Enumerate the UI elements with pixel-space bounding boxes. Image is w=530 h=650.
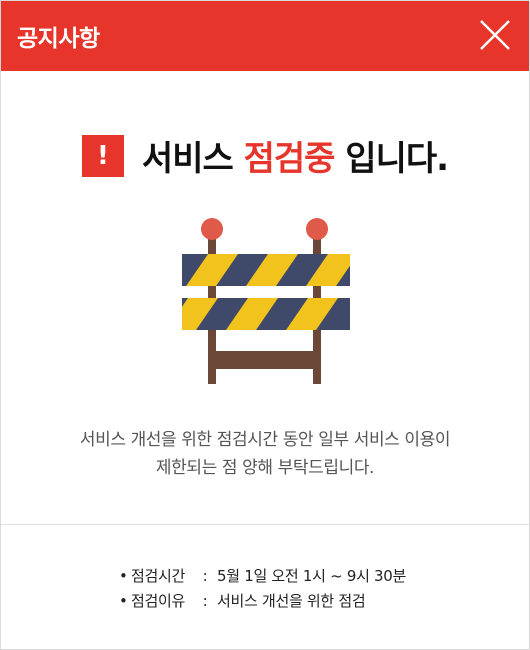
maintenance-details: • 점검시간 : 5월 1일 오전 1시 ~ 9시 30분 • 점검이유 : 서… bbox=[119, 564, 406, 614]
title-suffix: 입니다. bbox=[345, 139, 449, 179]
barrier-icon bbox=[176, 211, 356, 390]
title-prefix: 서비스 bbox=[141, 139, 234, 179]
detail-label: 점검시간 bbox=[131, 567, 186, 585]
detail-row-reason: • 점검이유 : 서비스 개선을 위한 점검 bbox=[119, 589, 406, 614]
bullet: • bbox=[119, 592, 128, 610]
detail-label: 점검이유 bbox=[131, 592, 186, 610]
dialog-header: 공지사항 bbox=[1, 1, 529, 71]
maintenance-description: 서비스 개선을 위한 점검시간 동안 일부 서비스 이용이 제한되는 점 양해 … bbox=[1, 426, 529, 482]
maintenance-heading: ! 서비스 점검중 입니다. bbox=[1, 131, 529, 180]
detail-value: 5월 1일 오전 1시 ~ 9시 30분 bbox=[217, 567, 407, 585]
close-button[interactable] bbox=[475, 15, 515, 55]
title-highlight: 점검중 bbox=[243, 139, 336, 179]
notice-dialog: 공지사항 ! 서비스 점검중 입니다. 서비스 개선을 위한 점검시간 동안 일… bbox=[0, 0, 530, 650]
detail-separator: : bbox=[202, 567, 208, 585]
description-line: 제한되는 점 양해 부탁드립니다. bbox=[155, 458, 375, 478]
detail-value: 서비스 개선을 위한 점검 bbox=[217, 592, 366, 610]
close-icon bbox=[480, 20, 510, 50]
alert-icon: ! bbox=[81, 134, 124, 177]
maintenance-title: 서비스 점검중 입니다. bbox=[141, 131, 449, 180]
description-line: 서비스 개선을 위한 점검시간 동안 일부 서비스 이용이 bbox=[79, 430, 451, 450]
divider bbox=[1, 524, 529, 525]
dialog-title: 공지사항 bbox=[17, 26, 100, 52]
detail-separator: : bbox=[202, 592, 208, 610]
bullet: • bbox=[119, 567, 128, 585]
detail-row-time: • 점검시간 : 5월 1일 오전 1시 ~ 9시 30분 bbox=[119, 564, 406, 589]
